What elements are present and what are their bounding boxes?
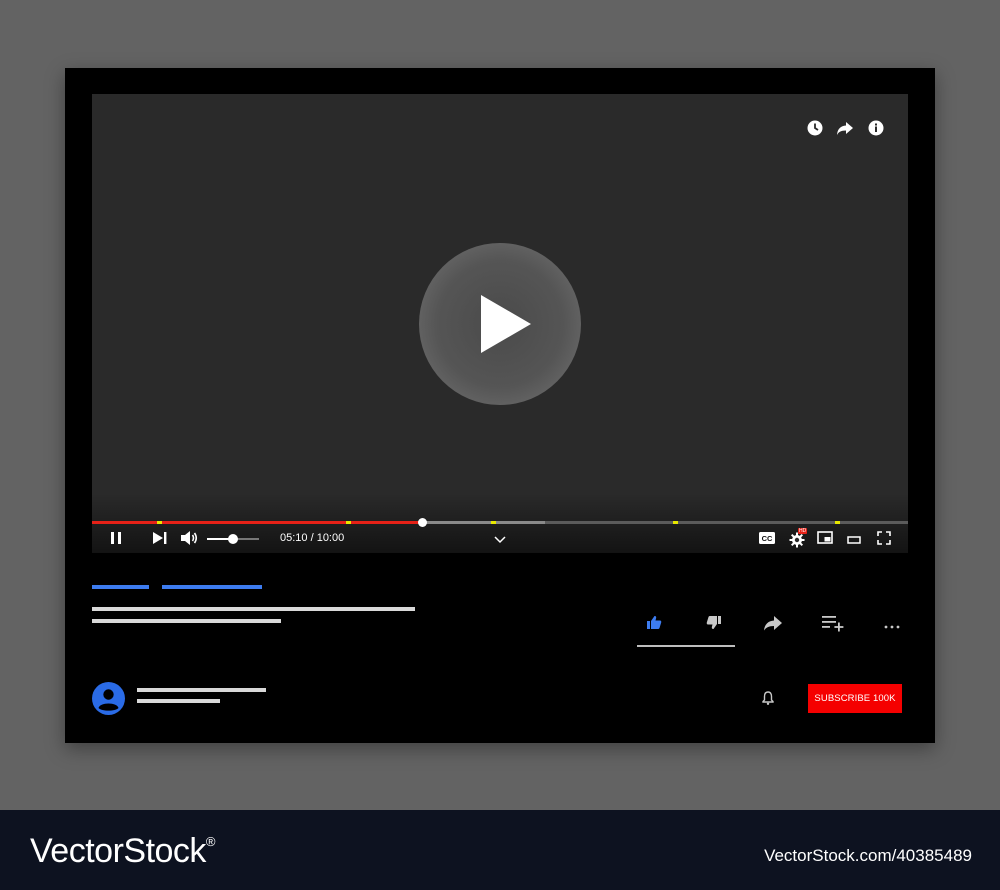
miniplayer-button[interactable] bbox=[815, 530, 835, 550]
pause-icon bbox=[109, 531, 123, 550]
registered-mark: ® bbox=[205, 834, 216, 849]
title-placeholder-line bbox=[92, 607, 415, 611]
add-to-playlist-button[interactable] bbox=[818, 612, 848, 638]
channel-name-placeholder bbox=[137, 688, 266, 692]
share-icon[interactable] bbox=[835, 118, 855, 138]
hd-badge: HD bbox=[798, 528, 808, 534]
dislike-button[interactable] bbox=[699, 612, 729, 638]
hashtag-placeholder[interactable] bbox=[162, 585, 262, 589]
video-area[interactable]: 05:10 / 10:00 CC HD bbox=[92, 94, 908, 553]
share-icon bbox=[763, 615, 783, 636]
like-button[interactable] bbox=[639, 612, 669, 638]
like-icon bbox=[646, 615, 662, 635]
notification-bell-button[interactable] bbox=[760, 690, 776, 706]
fullscreen-button[interactable] bbox=[874, 530, 894, 550]
chapter-marker bbox=[156, 521, 162, 524]
chevron-down-icon bbox=[494, 531, 506, 549]
subscribe-button[interactable]: SUBSCRIBE 100K bbox=[808, 684, 902, 713]
dislike-icon bbox=[706, 615, 722, 635]
svg-text:CC: CC bbox=[762, 534, 773, 543]
theater-mode-button[interactable] bbox=[844, 530, 864, 550]
more-icon bbox=[884, 616, 900, 634]
cc-icon: CC bbox=[759, 531, 775, 549]
skip-next-icon bbox=[152, 531, 168, 550]
captions-button[interactable]: CC bbox=[757, 530, 777, 550]
play-icon bbox=[481, 295, 531, 353]
brand-name: VectorStock bbox=[30, 832, 206, 870]
miniplayer-icon bbox=[817, 531, 833, 549]
expand-chevron-button[interactable] bbox=[490, 530, 510, 550]
bell-icon bbox=[760, 691, 776, 710]
brand-logo: VectorStock® bbox=[30, 832, 216, 871]
theater-icon bbox=[847, 531, 861, 549]
chapter-marker bbox=[346, 521, 352, 524]
more-button[interactable] bbox=[877, 612, 907, 638]
share-button[interactable] bbox=[758, 612, 788, 638]
next-button[interactable] bbox=[150, 530, 170, 550]
chapter-marker bbox=[672, 521, 678, 524]
hashtag-placeholder[interactable] bbox=[92, 585, 149, 589]
add-to-playlist-icon bbox=[821, 614, 845, 637]
gear-icon: HD bbox=[789, 528, 808, 548]
mute-button[interactable] bbox=[178, 530, 200, 550]
time-display: 05:10 / 10:00 bbox=[280, 532, 345, 544]
chapter-marker bbox=[490, 521, 496, 524]
volume-icon bbox=[180, 530, 198, 551]
title-placeholder-line bbox=[92, 619, 281, 623]
big-play-button[interactable] bbox=[419, 243, 581, 405]
channel-avatar[interactable] bbox=[92, 682, 125, 715]
chapter-marker bbox=[835, 521, 840, 524]
pause-button[interactable] bbox=[106, 530, 126, 550]
channel-subtitle-placeholder bbox=[137, 699, 220, 703]
stock-id: VectorStock.com/40385489 bbox=[764, 846, 972, 865]
like-ratio-bar bbox=[637, 645, 735, 647]
fullscreen-icon bbox=[877, 530, 891, 550]
progress-played bbox=[92, 521, 423, 524]
volume-slider-thumb[interactable] bbox=[228, 534, 238, 544]
info-icon[interactable] bbox=[866, 118, 886, 138]
user-icon bbox=[92, 682, 125, 719]
settings-button[interactable]: HD bbox=[786, 528, 808, 550]
watch-later-icon[interactable] bbox=[805, 118, 825, 138]
